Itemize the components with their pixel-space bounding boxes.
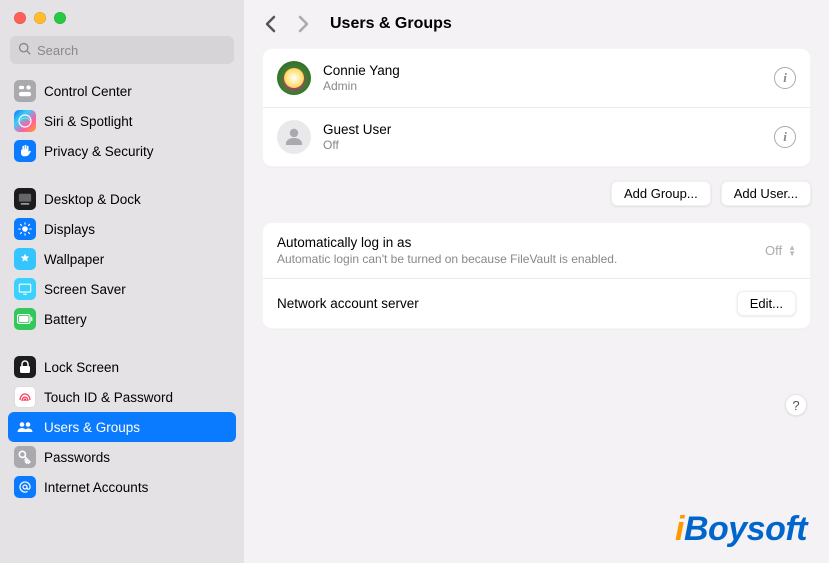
- user-name: Guest User: [323, 122, 762, 137]
- touchid-icon: [14, 386, 36, 408]
- displays-icon: [14, 218, 36, 240]
- user-row[interactable]: Guest User Off i: [263, 107, 810, 166]
- hand-icon: [14, 140, 36, 162]
- sidebar-item-label: Passwords: [44, 450, 110, 465]
- auto-login-label: Automatically log in as: [277, 235, 755, 250]
- avatar: [277, 61, 311, 95]
- search-icon: [18, 42, 37, 59]
- add-user-button[interactable]: Add User...: [721, 181, 811, 206]
- window-controls: [0, 12, 244, 36]
- settings-panel: Automatically log in as Automatic login …: [262, 222, 811, 329]
- watermark: iBoysoft: [675, 510, 807, 549]
- search-field[interactable]: [10, 36, 234, 64]
- content-pane: Users & Groups Connie Yang Admin i Guest…: [244, 0, 829, 563]
- auto-login-description: Automatic login can't be turned on becau…: [277, 252, 755, 266]
- users-list: Connie Yang Admin i Guest User Off i: [262, 48, 811, 167]
- zoom-window[interactable]: [54, 12, 66, 24]
- auto-login-value[interactable]: Off ▲▼: [765, 243, 796, 258]
- sidebar-item-internet-accounts[interactable]: Internet Accounts: [8, 472, 236, 502]
- sidebar-item-label: Privacy & Security: [44, 144, 154, 159]
- auto-login-row[interactable]: Automatically log in as Automatic login …: [263, 223, 810, 278]
- sidebar-item-label: Control Center: [44, 84, 132, 99]
- sidebar-item-wallpaper[interactable]: Wallpaper: [8, 244, 236, 274]
- sidebar-item-label: Siri & Spotlight: [44, 114, 133, 129]
- key-icon: [14, 446, 36, 468]
- user-actions: Add Group... Add User...: [244, 181, 829, 222]
- sidebar: Control Center Siri & Spotlight Privacy & …: [0, 0, 244, 563]
- lock-icon: [14, 356, 36, 378]
- sidebar-item-label: Users & Groups: [44, 420, 140, 435]
- sidebar-item-label: Internet Accounts: [44, 480, 148, 495]
- user-status: Off: [323, 138, 762, 152]
- sidebar-item-passwords[interactable]: Passwords: [8, 442, 236, 472]
- sidebar-item-touch-id[interactable]: Touch ID & Password: [8, 382, 236, 412]
- search-input[interactable]: [37, 43, 226, 58]
- sidebar-item-displays[interactable]: Displays: [8, 214, 236, 244]
- sidebar-item-privacy-security[interactable]: Privacy & Security: [8, 136, 236, 166]
- avatar: [277, 120, 311, 154]
- sidebar-item-screen-saver[interactable]: Screen Saver: [8, 274, 236, 304]
- sidebar-item-desktop-dock[interactable]: Desktop & Dock: [8, 184, 236, 214]
- sidebar-item-label: Lock Screen: [44, 360, 119, 375]
- screensaver-icon: [14, 278, 36, 300]
- page-title: Users & Groups: [330, 15, 452, 33]
- sidebar-item-label: Displays: [44, 222, 95, 237]
- network-server-row: Network account server Edit...: [263, 278, 810, 328]
- sidebar-item-label: Wallpaper: [44, 252, 104, 267]
- at-icon: [14, 476, 36, 498]
- sidebar-item-label: Battery: [44, 312, 87, 327]
- users-icon: [14, 416, 36, 438]
- sidebar-item-lock-screen[interactable]: Lock Screen: [8, 352, 236, 382]
- info-icon[interactable]: i: [774, 126, 796, 148]
- sidebar-item-siri-spotlight[interactable]: Siri & Spotlight: [8, 106, 236, 136]
- edit-button[interactable]: Edit...: [737, 291, 796, 316]
- sidebar-item-label: Screen Saver: [44, 282, 126, 297]
- forward-button[interactable]: [294, 14, 312, 34]
- user-row[interactable]: Connie Yang Admin i: [263, 49, 810, 107]
- network-server-label: Network account server: [277, 296, 727, 311]
- help-button[interactable]: ?: [785, 394, 807, 416]
- sidebar-item-users-groups[interactable]: Users & Groups: [8, 412, 236, 442]
- sidebar-item-battery[interactable]: Battery: [8, 304, 236, 334]
- sidebar-item-label: Touch ID & Password: [44, 390, 173, 405]
- dock-icon: [14, 188, 36, 210]
- add-group-button[interactable]: Add Group...: [611, 181, 711, 206]
- back-button[interactable]: [262, 14, 280, 34]
- info-icon[interactable]: i: [774, 67, 796, 89]
- battery-icon: [14, 308, 36, 330]
- sidebar-item-control-center[interactable]: Control Center: [8, 76, 236, 106]
- user-role: Admin: [323, 79, 762, 93]
- close-window[interactable]: [14, 12, 26, 24]
- wallpaper-icon: [14, 248, 36, 270]
- user-name: Connie Yang: [323, 63, 762, 78]
- sidebar-item-label: Desktop & Dock: [44, 192, 141, 207]
- minimize-window[interactable]: [34, 12, 46, 24]
- stepper-icon: ▲▼: [788, 245, 796, 257]
- header: Users & Groups: [244, 0, 829, 48]
- siri-icon: [14, 110, 36, 132]
- cc-icon: [14, 80, 36, 102]
